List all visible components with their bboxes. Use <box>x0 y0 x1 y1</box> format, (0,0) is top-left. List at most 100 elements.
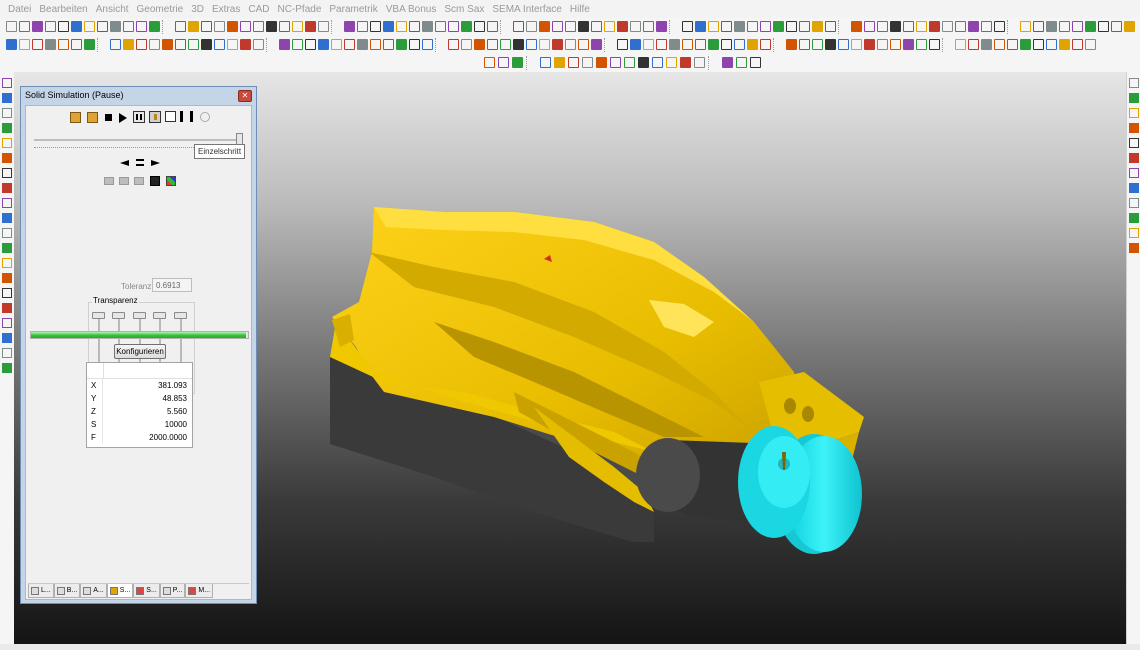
menu-scm-sax[interactable]: Scm Sax <box>444 4 484 15</box>
camera-2-icon[interactable] <box>119 177 129 185</box>
toolbar-tool-icon[interactable] <box>201 39 212 50</box>
toolbar-tool-icon[interactable] <box>500 39 511 50</box>
toolbar-tool-icon[interactable] <box>149 21 160 32</box>
strip-tool-icon[interactable] <box>1129 108 1139 118</box>
menu-hilfe[interactable]: Hilfe <box>570 4 590 15</box>
toolbar-tool-icon[interactable] <box>630 21 641 32</box>
toolbar-tool-icon[interactable] <box>864 39 875 50</box>
toolbar-tool-icon[interactable] <box>422 39 433 50</box>
toolbar-tool-icon[interactable] <box>58 21 69 32</box>
toolbar-tool-icon[interactable] <box>240 39 251 50</box>
toolbar-tool-icon[interactable] <box>695 21 706 32</box>
run-to-end-icon[interactable] <box>180 111 193 122</box>
toolbar-tool-icon[interactable] <box>890 39 901 50</box>
strip-tool-icon[interactable] <box>1129 183 1139 193</box>
toolbar-tool-icon[interactable] <box>1085 21 1096 32</box>
strip-tool-icon[interactable] <box>2 228 12 238</box>
toolbar-tool-icon[interactable] <box>84 39 95 50</box>
toolbar-tool-icon[interactable] <box>1020 21 1031 32</box>
toolbar-tool-icon[interactable] <box>1046 21 1057 32</box>
toolbar-tool-icon[interactable] <box>736 57 747 68</box>
strip-tool-icon[interactable] <box>2 123 12 133</box>
play-icon[interactable] <box>119 113 127 123</box>
toolbar-tool-icon[interactable] <box>370 39 381 50</box>
toolbar-tool-icon[interactable] <box>383 39 394 50</box>
toolbar-tool-icon[interactable] <box>19 39 30 50</box>
menu-ansicht[interactable]: Ansicht <box>96 4 129 15</box>
toolbar-tool-icon[interactable] <box>1085 39 1096 50</box>
toolbar-tool-icon[interactable] <box>253 21 264 32</box>
toolbar-tool-icon[interactable] <box>136 39 147 50</box>
toolbar-tool-icon[interactable] <box>747 39 758 50</box>
menu-sema-interface[interactable]: SEMA Interface <box>492 4 561 15</box>
rewind-to-start-icon[interactable] <box>70 112 81 123</box>
toolbar-tool-icon[interactable] <box>188 21 199 32</box>
toolbar-tool-icon[interactable] <box>292 39 303 50</box>
toolbar-tool-icon[interactable] <box>682 21 693 32</box>
toolbar-tool-icon[interactable] <box>682 39 693 50</box>
toolbar-tool-icon[interactable] <box>669 39 680 50</box>
toolbar-tool-icon[interactable] <box>484 57 495 68</box>
toolbar-tool-icon[interactable] <box>331 39 342 50</box>
toolbar-tool-icon[interactable] <box>1059 21 1070 32</box>
toolbar-tool-icon[interactable] <box>734 39 745 50</box>
toolbar-tool-icon[interactable] <box>786 21 797 32</box>
toolbar-tool-icon[interactable] <box>929 21 940 32</box>
single-step-icon[interactable] <box>149 111 161 123</box>
transparency-thumb-holder[interactable] <box>153 312 166 319</box>
toolbar-tool-icon[interactable] <box>1033 39 1044 50</box>
toolbar-tool-icon[interactable] <box>708 39 719 50</box>
tab-b[interactable]: B... <box>53 584 81 598</box>
toolbar-tool-icon[interactable] <box>656 21 667 32</box>
toolbar-tool-icon[interactable] <box>1046 39 1057 50</box>
stop-icon[interactable] <box>105 114 112 121</box>
toolbar-tool-icon[interactable] <box>750 57 761 68</box>
toolbar-tool-icon[interactable] <box>760 39 771 50</box>
toolbar-tool-icon[interactable] <box>370 21 381 32</box>
toolbar-tool-icon[interactable] <box>448 39 459 50</box>
menu-datei[interactable]: Datei <box>8 4 31 15</box>
toolbar-tool-icon[interactable] <box>32 21 43 32</box>
toolbar-tool-icon[interactable] <box>955 21 966 32</box>
toolbar-tool-icon[interactable] <box>461 21 472 32</box>
toolbar-tool-icon[interactable] <box>929 39 940 50</box>
strip-tool-icon[interactable] <box>2 288 12 298</box>
toolbar-tool-icon[interactable] <box>19 21 30 32</box>
transparency-thumb-tool[interactable] <box>112 312 125 319</box>
toolbar-tool-icon[interactable] <box>110 21 121 32</box>
toolbar-tool-icon[interactable] <box>578 39 589 50</box>
toolbar-tool-icon[interactable] <box>344 21 355 32</box>
toolbar-tool-icon[interactable] <box>422 21 433 32</box>
tab-p[interactable]: P... <box>159 584 186 598</box>
toolbar-tool-icon[interactable] <box>1059 39 1070 50</box>
toolbar-tool-icon[interactable] <box>994 39 1005 50</box>
toolbar-tool-icon[interactable] <box>227 21 238 32</box>
toolbar-tool-icon[interactable] <box>175 39 186 50</box>
toolbar-tool-icon[interactable] <box>409 21 420 32</box>
toolbar-tool-icon[interactable] <box>812 39 823 50</box>
toolbar-tool-icon[interactable] <box>136 21 147 32</box>
toolbar-tool-icon[interactable] <box>526 21 537 32</box>
toolbar-tool-icon[interactable] <box>565 39 576 50</box>
strip-tool-icon[interactable] <box>2 198 12 208</box>
toolbar-tool-icon[interactable] <box>279 21 290 32</box>
toolbar-tool-icon[interactable] <box>253 39 264 50</box>
strip-tool-icon[interactable] <box>2 138 12 148</box>
menu-cad[interactable]: CAD <box>248 4 269 15</box>
toolbar-tool-icon[interactable] <box>1111 21 1122 32</box>
toolbar-tool-icon[interactable] <box>71 21 82 32</box>
toolbar-tool-icon[interactable] <box>240 21 251 32</box>
strip-tool-icon[interactable] <box>1129 198 1139 208</box>
menu-parametrik[interactable]: Parametrik <box>329 4 377 15</box>
toolbar-tool-icon[interactable] <box>773 21 784 32</box>
toolbar-tool-icon[interactable] <box>981 21 992 32</box>
strip-tool-icon[interactable] <box>2 333 12 343</box>
strip-tool-icon[interactable] <box>1129 153 1139 163</box>
toolbar-tool-icon[interactable] <box>84 21 95 32</box>
toolbar-tool-icon[interactable] <box>695 39 706 50</box>
toolbar-tool-icon[interactable] <box>318 21 329 32</box>
toolbar-tool-icon[interactable] <box>903 21 914 32</box>
toolbar-tool-icon[interactable] <box>162 39 173 50</box>
toolbar-tool-icon[interactable] <box>123 21 134 32</box>
toolbar-tool-icon[interactable] <box>591 39 602 50</box>
